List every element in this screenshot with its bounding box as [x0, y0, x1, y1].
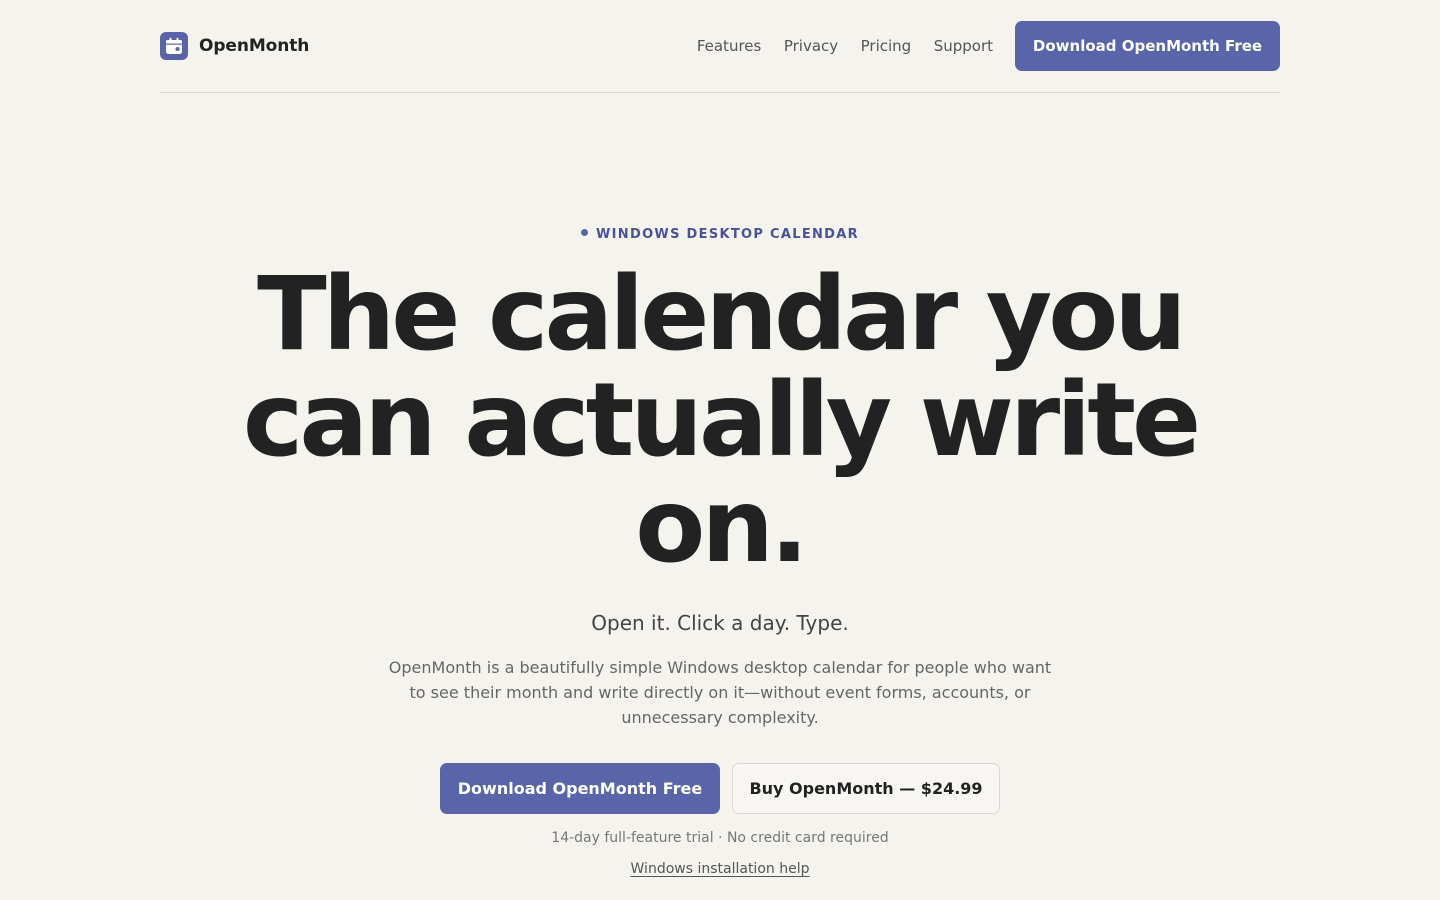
trial-note: 14-day full-feature trial · No credit ca… [551, 830, 889, 846]
site-header: OpenMonth Features Privacy Pricing Suppo… [160, 0, 1280, 93]
brand[interactable]: OpenMonth [160, 32, 309, 60]
windows-installation-help-link[interactable]: Windows installation help [631, 861, 810, 877]
eyebrow-dot-icon [581, 229, 589, 236]
calendar-icon [160, 32, 188, 60]
eyebrow-label: WINDOWS DESKTOP CALENDAR [0, 226, 1440, 244]
nav-link-privacy[interactable]: Privacy [784, 37, 838, 55]
download-free-button[interactable]: Download OpenMonth Free [440, 763, 720, 814]
help-link-container: Windows installation help [0, 860, 1440, 878]
buy-button[interactable]: Buy OpenMonth — $24.99 [732, 763, 1000, 814]
headline-line-2: can actually write [242, 361, 1201, 480]
nav-link-features[interactable]: Features [697, 37, 762, 55]
headline-line-1: The calendar you [257, 255, 1187, 374]
hero-headline: The calendar you can actually write on. [120, 262, 1320, 580]
brand-name: OpenMonth [199, 36, 310, 56]
eyebrow-text: WINDOWS DESKTOP CALENDAR [596, 227, 859, 242]
nav-link-pricing[interactable]: Pricing [861, 37, 912, 55]
hero-tagline: Open it. Click a day. Type. [591, 611, 849, 635]
headline-line-3: on. [635, 467, 808, 586]
header-download-button[interactable]: Download OpenMonth Free [1015, 21, 1280, 71]
nav-link-support[interactable]: Support [934, 37, 993, 55]
main-nav: Features Privacy Pricing Support Downloa… [697, 21, 1280, 71]
cta-row: Download OpenMonth Free Buy OpenMonth — … [0, 763, 1440, 814]
hero-description: OpenMonth is a beautifully simple Window… [388, 658, 1052, 727]
